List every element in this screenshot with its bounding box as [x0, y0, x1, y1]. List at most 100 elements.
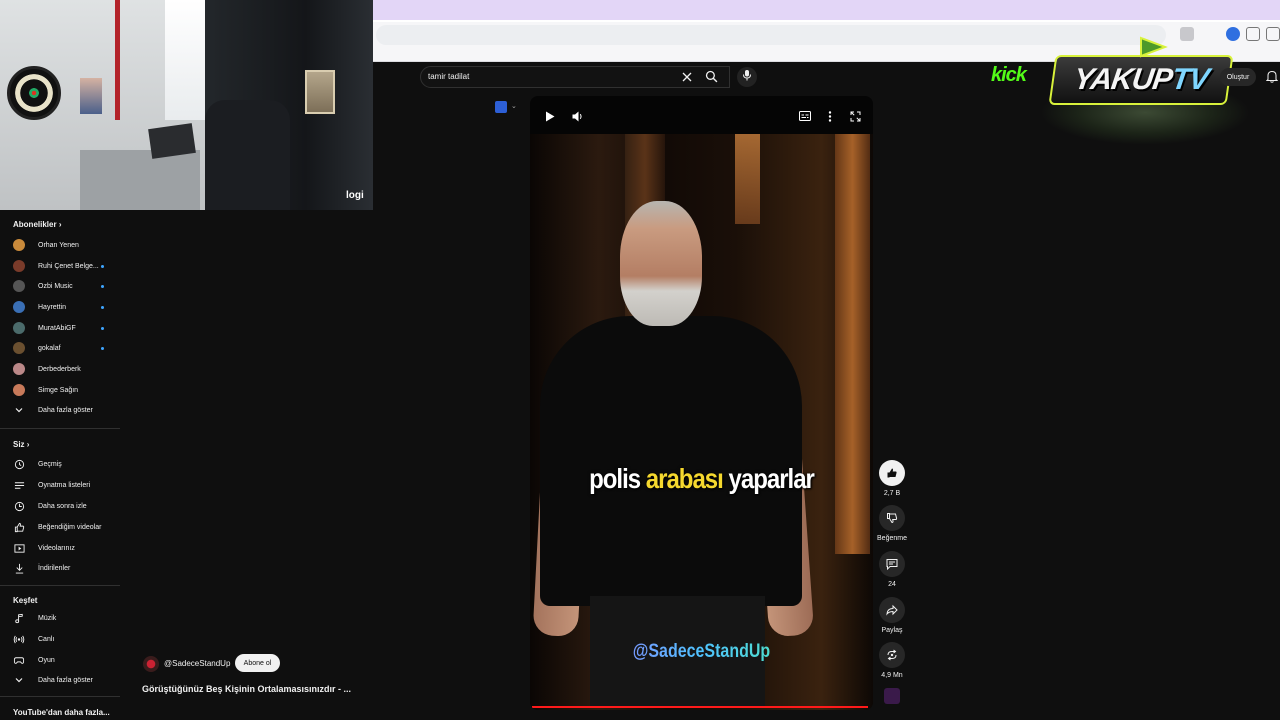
volume-icon[interactable]	[570, 108, 586, 124]
video-player[interactable]: polis arabası yaparlar @SadeceStandUp	[530, 96, 873, 710]
avatar	[13, 301, 25, 313]
channel-avatar[interactable]	[143, 656, 159, 672]
profile-icon[interactable]	[1226, 27, 1240, 41]
sound-thumbnail[interactable]	[884, 688, 900, 704]
webcam-window	[165, 0, 210, 120]
clear-search-icon[interactable]	[681, 70, 695, 84]
captions-icon[interactable]	[797, 108, 813, 124]
sidebar-item-subscription[interactable]: Derbederberk	[13, 361, 121, 377]
more-from-youtube-header: YouTube'dan daha fazla...	[13, 708, 110, 717]
create-button[interactable]: Oluştur	[1220, 68, 1256, 86]
webcam-portrait	[305, 70, 335, 114]
sidebar-item-subscription[interactable]: Simge Sağın	[13, 382, 121, 398]
sidebar-item-playlists[interactable]: Oynatma listeleri	[13, 477, 121, 493]
show-more-subscriptions[interactable]: Daha fazla göster	[13, 402, 121, 418]
sidebar-item-live[interactable]: Canlı	[13, 631, 121, 647]
subscribe-button[interactable]: Abone ol	[235, 654, 280, 672]
you-header[interactable]: Siz ›	[13, 440, 29, 449]
new-content-dot	[101, 265, 104, 268]
sidebar-item-history[interactable]: Geçmiş	[13, 456, 121, 472]
remix-count: 4,9 Mn	[881, 672, 903, 679]
extension-badge-icon[interactable]	[495, 101, 507, 113]
video-icon	[13, 542, 25, 554]
sidebar-item-downloads[interactable]: İndirilenler	[13, 560, 121, 576]
extension-icon[interactable]	[1180, 27, 1194, 41]
video-lamp	[735, 134, 760, 224]
gaming-icon	[13, 654, 25, 666]
channel-name[interactable]: @SadeceStandUp	[164, 659, 230, 668]
sidebar-item-subscription[interactable]: Orhan Yenen	[13, 237, 121, 253]
window-icon[interactable]	[1266, 27, 1280, 41]
music-icon	[13, 612, 25, 624]
webcam-brand: logi	[346, 190, 364, 201]
dislike-button[interactable]: Beğenme	[877, 505, 907, 542]
new-content-dot	[101, 347, 104, 350]
remix-icon	[879, 642, 905, 668]
avatar	[13, 280, 25, 292]
avatar	[13, 260, 25, 272]
search-icon[interactable]	[705, 70, 719, 84]
play-logo-icon	[1135, 36, 1175, 58]
history-icon	[13, 458, 25, 470]
thumbs-down-icon	[879, 505, 905, 531]
webcam-poster	[80, 78, 102, 114]
video-title[interactable]: Görüştüğünüz Beş Kişinin Ortalamasısınız…	[142, 684, 351, 694]
remix-button[interactable]: 4,9 Mn	[878, 642, 906, 679]
fullscreen-icon[interactable]	[847, 108, 863, 124]
chevron-down-icon	[13, 674, 25, 686]
sidebar-item-gaming[interactable]: Oyun	[13, 652, 121, 668]
sidebar-divider	[0, 585, 120, 586]
sidebar-item-your-videos[interactable]: Videolarınız	[13, 540, 121, 556]
yakuptv-logo-text: YAKUP	[1071, 63, 1175, 96]
playlist-icon	[13, 479, 25, 491]
webcam-decoration	[115, 0, 120, 120]
avatar	[13, 384, 25, 396]
like-button[interactable]: 2,7 B	[878, 460, 906, 497]
sidebar-item-subscription[interactable]: Ruhi Çenet Belge...	[13, 258, 121, 274]
show-more-explore[interactable]: Daha fazla göster	[13, 672, 121, 688]
avatar	[13, 322, 25, 334]
webcam-desk	[80, 150, 200, 210]
share-label: Paylaş	[881, 627, 903, 634]
sidebar-item-subscription[interactable]: gokalaf	[13, 340, 121, 356]
comment-count: 24	[888, 581, 896, 588]
address-bar[interactable]	[376, 25, 1166, 45]
video-performer	[540, 316, 802, 606]
sidebar-item-watch-later[interactable]: Daha sonra izle	[13, 498, 121, 514]
dislike-label: Beğenme	[877, 535, 907, 542]
video-progress-bar[interactable]	[532, 706, 868, 708]
search-input[interactable]: tamir tadilat	[428, 72, 469, 81]
voice-search-button[interactable]	[737, 67, 757, 87]
sidebar-item-subscription[interactable]: Ozbi Music	[13, 278, 121, 294]
sidebar-divider	[0, 428, 120, 429]
thumbs-up-icon	[13, 521, 25, 533]
avatar	[13, 239, 25, 251]
avatar	[13, 342, 25, 354]
browser-tabstrip	[373, 0, 1280, 20]
download-icon	[13, 562, 25, 574]
sidebar-divider	[0, 696, 120, 697]
avatar	[13, 363, 25, 375]
new-content-dot	[101, 327, 104, 330]
comment-icon	[879, 551, 905, 577]
live-icon	[13, 633, 25, 645]
puzzle-icon[interactable]	[1246, 27, 1260, 41]
new-content-dot	[101, 306, 104, 309]
video-performer-head	[620, 201, 702, 326]
notifications-icon[interactable]	[1265, 70, 1279, 84]
sidebar-item-music[interactable]: Müzik	[13, 610, 121, 626]
webcam-monitor	[148, 123, 196, 159]
yakuptv-logo: YAKUPTV	[1048, 55, 1234, 105]
chevron-right-icon: ›	[58, 220, 62, 229]
sidebar-item-subscription[interactable]: Hayrettin	[13, 299, 121, 315]
dartboard-image	[7, 66, 61, 120]
share-button[interactable]: Paylaş	[878, 597, 906, 634]
more-options-icon[interactable]	[822, 108, 838, 124]
subscriptions-header[interactable]: Abonelikler ›	[13, 220, 61, 229]
comments-button[interactable]: 24	[878, 551, 906, 588]
play-icon[interactable]	[542, 108, 558, 124]
chevron-down-icon[interactable]: ⌄	[511, 102, 517, 110]
video-watermark: @SadeceStandUp	[530, 641, 873, 663]
sidebar-item-subscription[interactable]: MuratAbiGF	[13, 320, 121, 336]
sidebar-item-liked-videos[interactable]: Beğendiğim videolar	[13, 519, 121, 535]
